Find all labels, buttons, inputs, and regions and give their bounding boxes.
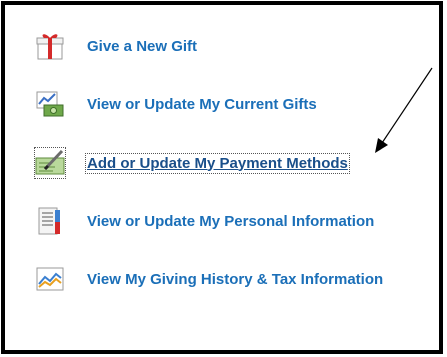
check-pen-icon <box>34 147 66 179</box>
account-menu: Give a New Gift View or Update My Curren… <box>5 5 439 350</box>
gift-icon <box>35 31 65 61</box>
menu-item-give-new-gift[interactable]: Give a New Gift <box>35 29 197 63</box>
menu-item-label[interactable]: View My Giving History & Tax Information <box>87 271 383 288</box>
menu-item-label[interactable]: Give a New Gift <box>87 38 197 55</box>
menu-item-personal-information[interactable]: View or Update My Personal Information <box>35 204 374 238</box>
menu-item-giving-history[interactable]: View My Giving History & Tax Information <box>35 262 383 296</box>
menu-item-label[interactable]: View or Update My Personal Information <box>87 213 374 230</box>
history-chart-icon <box>35 264 65 294</box>
menu-item-payment-methods[interactable]: Add or Update My Payment Methods <box>34 146 350 180</box>
money-chart-icon <box>35 89 65 119</box>
menu-item-label[interactable]: View or Update My Current Gifts <box>87 96 317 113</box>
id-document-icon <box>35 206 65 236</box>
menu-panel: Give a New Gift View or Update My Curren… <box>1 1 443 354</box>
menu-item-current-gifts[interactable]: View or Update My Current Gifts <box>35 87 317 121</box>
menu-item-label[interactable]: Add or Update My Payment Methods <box>85 152 350 174</box>
